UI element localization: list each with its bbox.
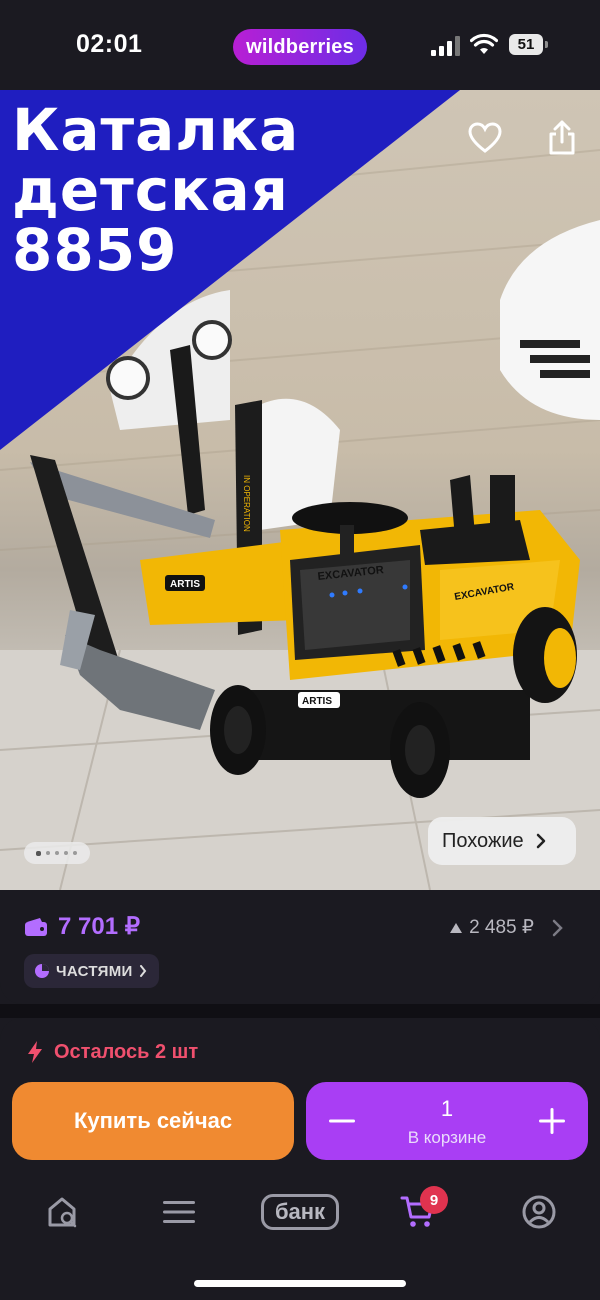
- menu-icon: [163, 1201, 195, 1223]
- chevron-right-icon: [139, 965, 146, 977]
- home-indicator: [194, 1280, 406, 1287]
- installments-button[interactable]: ЧАСТЯМИ: [24, 954, 159, 988]
- wallet-icon: [25, 917, 47, 936]
- chevron-right-icon: [536, 833, 545, 849]
- status-time: 02:01: [76, 30, 143, 58]
- toy-arm-label: IN OPERATION: [242, 475, 251, 532]
- stock-notice: Осталось 2 шт: [26, 1040, 198, 1064]
- cart-count-badge: 9: [420, 1186, 448, 1214]
- product-image-carousel[interactable]: ARTIS ARTIS EXCAVATOR EXCAVATOR IN OPERA…: [0, 90, 600, 890]
- banner-line-2: детская: [12, 156, 289, 224]
- increase-quantity-button[interactable]: [532, 1101, 572, 1141]
- favorite-button[interactable]: [461, 114, 509, 162]
- lightning-icon: [28, 1041, 42, 1063]
- share-icon: [549, 120, 575, 155]
- price-change[interactable]: 2 485 ₽: [449, 916, 564, 939]
- toy-brand-label: ARTIS: [170, 579, 200, 590]
- home-search-icon: [48, 1197, 77, 1228]
- toy-brand-label-front: ARTIS: [302, 696, 332, 707]
- buy-panel: Осталось 2 шт Купить сейчас 1 В корзине: [0, 1018, 600, 1300]
- pie-chart-icon: [35, 964, 49, 978]
- tab-profile[interactable]: [515, 1188, 563, 1236]
- tab-bank[interactable]: банк: [261, 1194, 339, 1230]
- installments-label: ЧАСТЯМИ: [56, 962, 133, 980]
- product-banner-title: Каталка детская 8859: [12, 100, 299, 280]
- banner-line-3: 8859: [12, 216, 178, 284]
- status-bar: 02:01 wildberries 51: [0, 0, 600, 90]
- price-row[interactable]: 7 701 ₽: [24, 912, 140, 941]
- similar-label: Похожие: [442, 829, 524, 852]
- heart-icon: [468, 122, 502, 153]
- profile-icon: [522, 1195, 556, 1229]
- image-pager: [24, 842, 90, 864]
- battery-indicator: 51: [509, 34, 548, 55]
- price-change-value: 2 485 ₽: [469, 917, 534, 938]
- bottom-tab-bar: банк 9: [0, 1176, 600, 1246]
- tab-catalog[interactable]: [155, 1188, 203, 1236]
- cart-quantity-stepper: 1 В корзине: [306, 1082, 588, 1160]
- price-panel: 7 701 ₽ 2 485 ₽ ЧАСТЯМИ: [0, 890, 600, 1004]
- divider: [0, 1004, 600, 1018]
- triangle-up-icon: [450, 922, 463, 933]
- share-button[interactable]: [538, 114, 586, 162]
- stock-text: Осталось 2 шт: [54, 1040, 199, 1063]
- wifi-icon: [470, 33, 498, 54]
- buy-now-button[interactable]: Купить сейчас: [12, 1082, 294, 1160]
- plus-icon: [539, 1108, 565, 1134]
- tab-home[interactable]: [38, 1188, 86, 1236]
- chevron-right-icon: [552, 919, 563, 936]
- banner-line-1: Каталка: [12, 96, 300, 164]
- cellular-signal-icon: [431, 36, 461, 56]
- brand-logo: wildberries: [233, 29, 367, 65]
- price-value: 7 701 ₽: [58, 913, 140, 940]
- similar-products-button[interactable]: Похожие: [428, 817, 576, 865]
